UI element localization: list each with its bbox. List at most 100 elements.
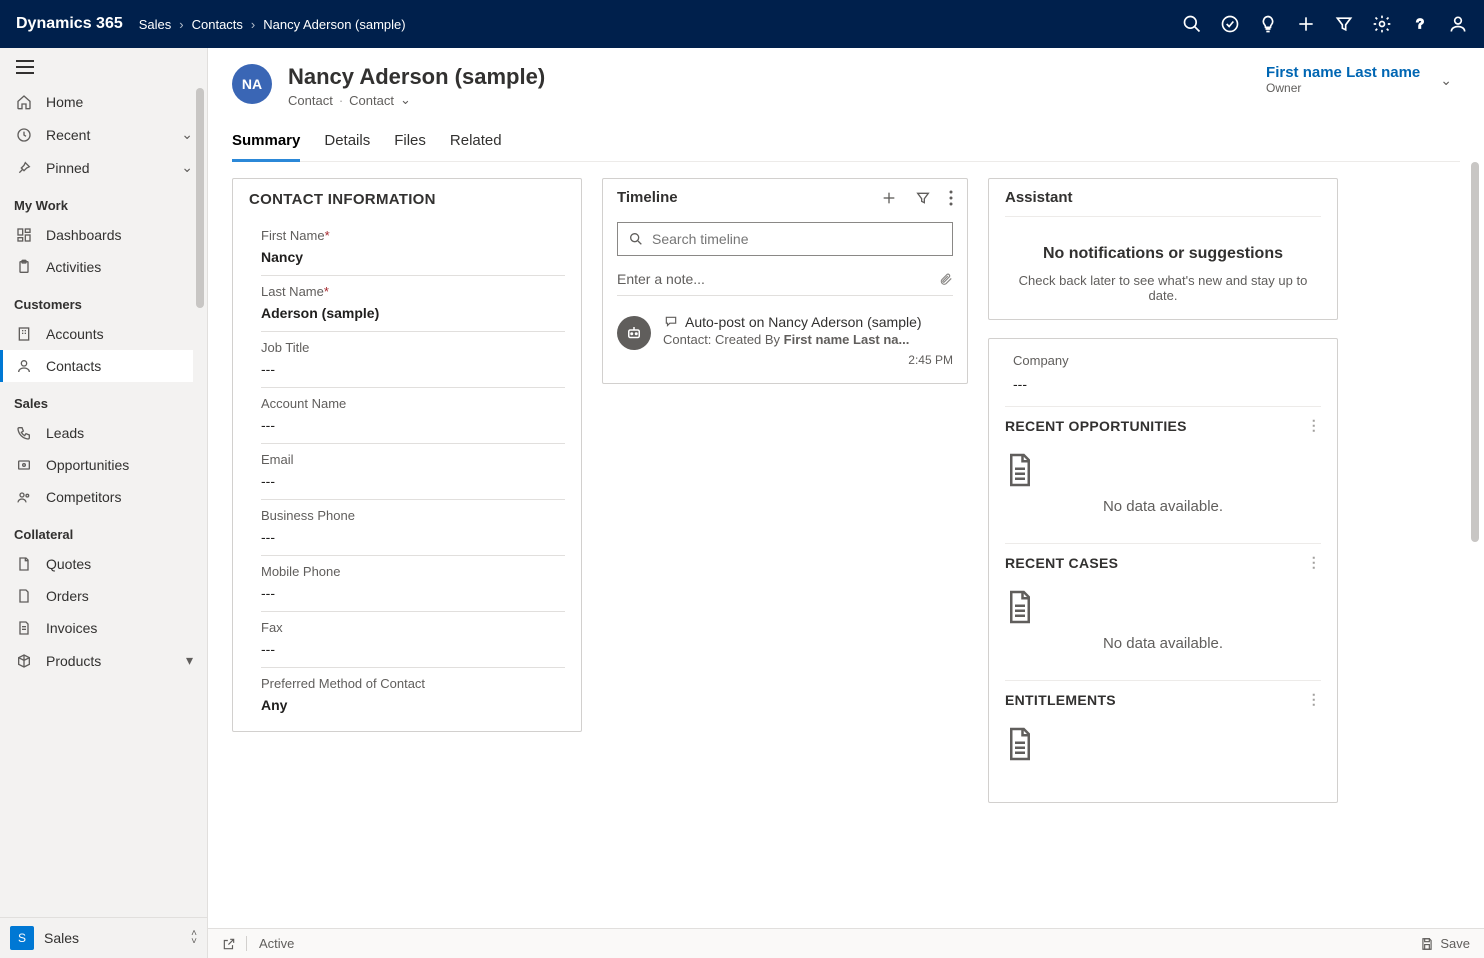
breadcrumb-item[interactable]: Contacts (192, 17, 243, 32)
field-value[interactable]: --- (261, 417, 565, 433)
sidebar-item-quotes[interactable]: Quotes (0, 548, 207, 580)
svg-text:?: ? (1416, 16, 1423, 31)
field-value[interactable]: Aderson (sample) (261, 305, 565, 321)
sidebar-item-contacts[interactable]: Contacts (0, 350, 207, 382)
timeline-item-time: 2:45 PM (663, 353, 953, 367)
timeline-note[interactable]: Enter a note... (617, 262, 953, 296)
topnav-actions: ? (1182, 14, 1468, 34)
sidebar-item-orders[interactable]: Orders (0, 580, 207, 612)
more-icon[interactable] (949, 190, 953, 206)
sidebar-item-pinned[interactable]: Pinned ⌄ (0, 151, 207, 184)
sidebar-item-opportunities[interactable]: Opportunities (0, 449, 207, 481)
sidebar-item-competitors[interactable]: Competitors (0, 481, 207, 513)
field[interactable]: Fax--- (261, 612, 565, 668)
document-icon (14, 620, 34, 636)
breadcrumb-item[interactable]: Nancy Aderson (sample) (263, 17, 405, 32)
field-label: Email (261, 452, 565, 467)
plus-icon[interactable] (881, 190, 897, 206)
field-value[interactable]: --- (261, 473, 565, 489)
field[interactable]: Account Name--- (261, 388, 565, 444)
clipboard-icon (14, 259, 34, 275)
form-selector[interactable]: Contact (349, 93, 394, 108)
sidebar-item-invoices[interactable]: Invoices (0, 612, 207, 644)
popout-icon[interactable] (222, 937, 236, 951)
field-value[interactable]: --- (261, 641, 565, 657)
more-icon[interactable]: ⋮ (1307, 691, 1321, 708)
area-switcher[interactable]: S Sales ˄˅ (0, 917, 207, 958)
no-data (1005, 708, 1321, 786)
timeline-search[interactable] (617, 222, 953, 256)
brand[interactable]: Dynamics 365 (16, 15, 123, 33)
related-card: Company --- RECENT OPPORTUNITIES⋮No data… (988, 338, 1338, 803)
field-value[interactable]: Any (261, 697, 565, 713)
owner-name: First name Last name (1266, 64, 1420, 81)
sidebar-item-activities[interactable]: Activities (0, 251, 207, 283)
sidebar-scrollbar[interactable] (193, 88, 207, 628)
scroll-down-icon: ▾ (186, 652, 193, 669)
owner-block[interactable]: First name Last name Owner ⌄ (1266, 64, 1460, 95)
hamburger-button[interactable] (0, 48, 207, 86)
help-icon[interactable]: ? (1410, 14, 1430, 34)
plus-icon[interactable] (1296, 14, 1316, 34)
sidebar-item-recent[interactable]: Recent ⌄ (0, 118, 207, 151)
building-icon (14, 326, 34, 342)
search-icon[interactable] (1182, 14, 1202, 34)
company-value[interactable]: --- (1013, 376, 1321, 392)
sidebar-item-label: Contacts (46, 358, 101, 374)
timeline-item[interactable]: Auto-post on Nancy Aderson (sample) Cont… (603, 306, 967, 383)
field[interactable]: Preferred Method of ContactAny (261, 668, 565, 723)
sidebar-item-home[interactable]: Home (0, 86, 207, 118)
sidebar-item-accounts[interactable]: Accounts (0, 318, 207, 350)
breadcrumb-item[interactable]: Sales (139, 17, 172, 32)
main: NA Nancy Aderson (sample) Contact · Cont… (208, 48, 1484, 958)
field-label: Mobile Phone (261, 564, 565, 579)
nav-section-collateral: Collateral (0, 513, 207, 548)
sidebar-item-leads[interactable]: Leads (0, 417, 207, 449)
section-heading: CONTACT INFORMATION (233, 179, 581, 220)
paperclip-icon[interactable] (939, 271, 953, 287)
sidebar-item-label: Products (46, 653, 101, 669)
sidebar-item-products[interactable]: Products ▾ (0, 644, 207, 677)
field-value[interactable]: --- (261, 529, 565, 545)
field-value[interactable]: --- (261, 585, 565, 601)
timeline-heading: Timeline (617, 189, 678, 206)
field-label: Job Title (261, 340, 565, 355)
task-icon[interactable] (1220, 14, 1240, 34)
sidebar-item-dashboards[interactable]: Dashboards (0, 219, 207, 251)
field[interactable]: Email --- (261, 444, 565, 500)
filter-icon[interactable] (915, 190, 931, 206)
save-button[interactable]: Save (1420, 936, 1470, 951)
tab-files[interactable]: Files (394, 124, 426, 161)
field[interactable]: Job Title --- (261, 332, 565, 388)
field[interactable]: Mobile Phone --- (261, 556, 565, 612)
updown-icon: ˄˅ (191, 930, 197, 946)
contact-info-card: CONTACT INFORMATION First Name*NancyLast… (232, 178, 582, 732)
document-icon (1005, 589, 1321, 625)
tab-details[interactable]: Details (324, 124, 370, 161)
bot-icon (617, 316, 651, 350)
nav-section-mywork: My Work (0, 184, 207, 219)
timeline-search-input[interactable] (652, 231, 942, 247)
field[interactable]: Business Phone--- (261, 500, 565, 556)
no-data: No data available. (1005, 571, 1321, 676)
home-icon (14, 94, 34, 110)
field-value[interactable]: Nancy (261, 249, 565, 265)
sidebar-item-label: Competitors (46, 489, 121, 505)
more-icon[interactable]: ⋮ (1307, 554, 1321, 571)
field[interactable]: Last Name*Aderson (sample) (261, 276, 565, 332)
field-value[interactable]: --- (261, 361, 565, 377)
document-icon (14, 556, 34, 572)
gear-icon[interactable] (1372, 14, 1392, 34)
tab-summary[interactable]: Summary (232, 124, 300, 162)
dashboard-icon (14, 227, 34, 243)
company-label: Company (1013, 353, 1321, 368)
lightbulb-icon[interactable] (1258, 14, 1278, 34)
more-icon[interactable]: ⋮ (1307, 417, 1321, 434)
content-scrollbar[interactable] (1468, 162, 1482, 928)
chevron-right-icon: › (251, 17, 255, 32)
tab-related[interactable]: Related (450, 124, 502, 161)
filter-icon[interactable] (1334, 14, 1354, 34)
person-icon[interactable] (1448, 14, 1468, 34)
field[interactable]: First Name*Nancy (261, 220, 565, 276)
assistant-empty-title: No notifications or suggestions (1005, 245, 1321, 263)
